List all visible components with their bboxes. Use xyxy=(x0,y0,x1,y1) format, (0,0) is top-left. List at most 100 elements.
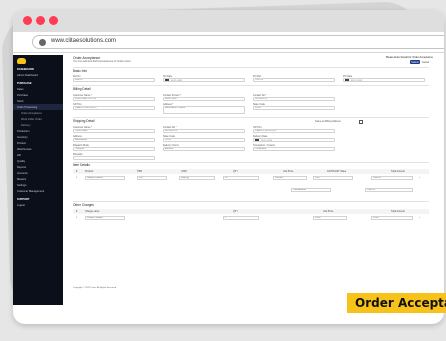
url-text: www.clitaesolutions.com xyxy=(51,38,117,44)
remarks-input[interactable]: - xyxy=(73,156,155,160)
charge-qty-input[interactable]: 1 xyxy=(223,216,259,220)
so-date-field: SO Date 09-11-2023 xyxy=(163,75,245,82)
charges-col-total: Total Amount xyxy=(391,210,405,213)
so-date-input[interactable]: 09-11-2023 xyxy=(163,78,245,82)
billing-state-field: State Code 24-GJ xyxy=(253,103,335,110)
items-col-total: Total Amount xyxy=(391,170,405,173)
items-col-gst: GST%/GST Value xyxy=(327,170,347,173)
site-info-icon xyxy=(39,39,46,46)
items-title: Item Details xyxy=(73,163,90,167)
unit-price-input[interactable]: 200.000 xyxy=(273,176,307,180)
shipping-customer-field: Customer Name * Cohre Impex xyxy=(73,126,155,133)
shipping-contact-field: Contact No * 9874563210 xyxy=(163,126,245,133)
same-as-billing-label: Same as Billing Address xyxy=(315,120,341,123)
transporter-input[interactable]: Transporter xyxy=(253,147,335,151)
section-divider xyxy=(73,201,429,202)
maximize-window-dot[interactable] xyxy=(49,16,58,25)
shipping-gst-input[interactable]: 24ABXCPK8974Q1ZC xyxy=(253,129,335,133)
same-as-billing-checkbox[interactable] xyxy=(359,120,363,124)
billing-title: Billing Detail xyxy=(73,87,91,91)
delivery-date-input[interactable]: 30-11-2023 xyxy=(253,138,335,142)
po-ref-input[interactable]: ODP/2S xyxy=(253,78,335,82)
billing-gst-field: GST No 24ABXCPK8974Q1ZC xyxy=(73,103,155,110)
items-col-product: Product xyxy=(85,170,94,173)
shipping-title: Shipping Detail xyxy=(73,119,95,123)
minimize-window-dot[interactable] xyxy=(36,16,45,25)
shipping-address-input[interactable]: Ahmedabad xyxy=(73,138,155,142)
calendar-icon xyxy=(165,79,169,81)
items-col-unit-price: Unit Price xyxy=(283,170,294,173)
delivery-terms-input[interactable]: Advance xyxy=(163,147,245,151)
charge-price-input[interactable]: 10.00 xyxy=(313,216,347,220)
feature-tag: Order Acceptance xyxy=(347,293,446,313)
transporter-field: Transporter / Courier Transporter xyxy=(253,144,335,151)
section-divider xyxy=(73,85,429,86)
submit-button[interactable]: Submit xyxy=(410,60,420,64)
shipping-contact-input[interactable]: 9874563210 xyxy=(163,129,245,133)
cancel-button[interactable]: Cancel xyxy=(421,60,430,64)
charge-total-input[interactable]: 10.00 xyxy=(371,216,413,220)
charge-name-select[interactable]: Freight Charges xyxy=(85,216,125,220)
billing-customer-field: Customer Name * Cohre Impex Pvt. Ltd. xyxy=(73,94,155,101)
sidebar-item-admin-dashboard[interactable]: Admin Dashboard xyxy=(13,72,63,78)
section-divider xyxy=(73,117,429,118)
calendar-icon xyxy=(345,79,349,81)
shipping-address-field: Address Ahmedabad xyxy=(73,135,155,142)
dispatch-mode-field: Dispatch Mode Transport xyxy=(73,144,155,151)
charges-col-unit-price: Unit Price xyxy=(323,210,334,213)
shipping-state-input[interactable]: 24-GJ xyxy=(163,138,245,142)
page-subtitle: You can add and Edit Acceptances of Orde… xyxy=(73,60,131,63)
hsn-input[interactable]: 555 xyxy=(137,176,167,180)
charges-col-name: Charge name xyxy=(85,210,100,213)
po-date-input[interactable]: 09-11-2023 xyxy=(343,78,425,82)
remarks-field: Remarks - xyxy=(73,153,155,160)
sidebar-item-customer-management[interactable]: Customer Management xyxy=(13,188,63,194)
header-divider xyxy=(73,67,429,68)
charges-table-header: # Charge name QTY Unit Price Total Amoun… xyxy=(73,209,429,214)
product-select[interactable]: Sample Product xyxy=(85,176,125,180)
items-table-header: # Product HSN UOM QTY Unit Price GST%/GS… xyxy=(73,169,429,174)
billing-contact-field: Contact Person * Harsh Shah xyxy=(163,94,245,101)
delete-row-icon[interactable]: × xyxy=(419,217,420,219)
page-header: Order Acceptance You can add and Edit Ac… xyxy=(67,55,435,65)
ref-no-field: Ref No 000020 xyxy=(73,75,155,82)
qty-input[interactable]: 10 xyxy=(223,176,259,180)
gst-select[interactable]: 18% xyxy=(313,176,353,180)
table-row: 1 Freight Charges 1 10.00 10.00 × xyxy=(73,215,429,221)
billing-phone-input[interactable]: 9874563210 xyxy=(253,97,335,101)
billing-customer-select[interactable]: Cohre Impex Pvt. Ltd. xyxy=(73,97,155,101)
sidebar-item-logout[interactable]: Logout xyxy=(13,202,63,208)
calendar-icon xyxy=(255,139,259,141)
shipping-customer-input[interactable]: Cohre Impex xyxy=(73,129,155,133)
items-col-hsn: HSN xyxy=(137,170,143,173)
items-col-uom: UOM xyxy=(181,170,187,173)
billing-address-field: Address * Ahmedabad, Gujarat xyxy=(163,103,245,114)
billing-gst-input[interactable]: 24ABXCPK8974Q1ZC xyxy=(73,106,155,110)
toolbar-divider xyxy=(13,52,444,53)
dispatch-mode-select[interactable]: Transport xyxy=(73,147,155,151)
shipping-gst-field: GST No 24ABXCPK8974Q1ZC xyxy=(253,126,335,133)
basic-info-title: Basic Info xyxy=(73,69,87,73)
subtotal-value: 2000.00 xyxy=(365,188,413,192)
main-content: Order Acceptance You can add and Edit Ac… xyxy=(67,55,435,305)
other-charges-title: Other Charges xyxy=(73,203,94,207)
billing-address-input[interactable]: Ahmedabad, Gujarat xyxy=(163,106,245,114)
charges-col-no: # xyxy=(76,210,78,213)
app-sidebar: DASHBOARD Admin Dashboard PURCHASE Sales… xyxy=(13,55,63,305)
subtotal-label: Total Amount xyxy=(291,188,331,192)
items-col-no: # xyxy=(76,170,78,173)
delete-row-icon[interactable]: × xyxy=(419,177,420,179)
ref-no-input[interactable]: 000020 xyxy=(73,78,155,82)
uom-select[interactable]: Kilo(Kg) xyxy=(179,176,215,180)
notify-email-label: Please Enter Email for Order Acceptance xyxy=(385,56,433,59)
billing-state-input[interactable]: 24-GJ xyxy=(253,106,335,110)
address-bar[interactable]: www.clitaesolutions.com xyxy=(32,35,444,49)
items-col-qty: QTY xyxy=(233,170,238,173)
title-bar xyxy=(13,10,444,32)
billing-contact-input[interactable]: Harsh Shah xyxy=(163,97,245,101)
row-number: 1 xyxy=(76,217,78,219)
company-logo-icon xyxy=(17,58,26,64)
delivery-date-field: Delivery Date 30-11-2023 xyxy=(253,135,335,142)
close-window-dot[interactable] xyxy=(23,16,32,25)
total-amount-input[interactable]: 2000.00 xyxy=(371,176,413,180)
